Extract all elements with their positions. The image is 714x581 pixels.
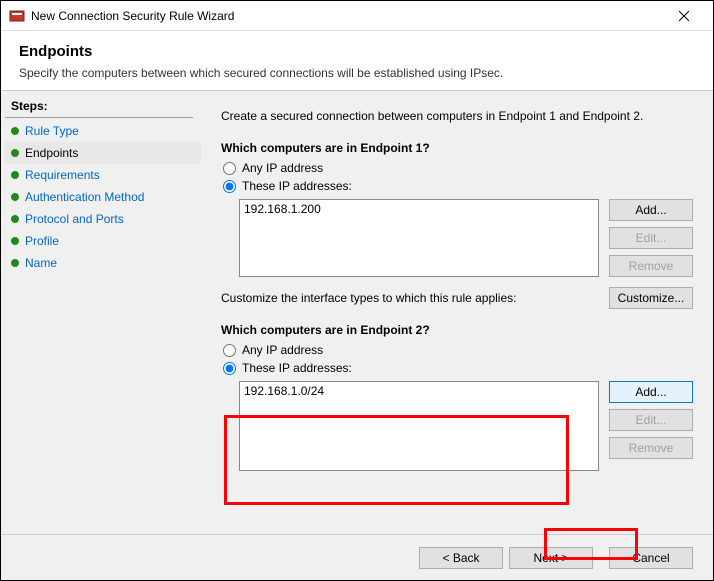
ep1-these-radio[interactable] (223, 180, 236, 193)
ep2-any-label: Any IP address (242, 343, 323, 357)
ep1-these-label: These IP addresses: (242, 179, 352, 193)
intro-text: Create a secured connection between comp… (221, 109, 693, 123)
ep2-listbox[interactable]: 192.168.1.0/24 (239, 381, 599, 471)
step-authentication-method[interactable]: Authentication Method (5, 186, 201, 208)
step-profile[interactable]: Profile (5, 230, 201, 252)
endpoint2-question: Which computers are in Endpoint 2? (221, 323, 693, 337)
step-endpoints[interactable]: Endpoints (5, 142, 201, 164)
step-rule-type[interactable]: Rule Type (5, 120, 201, 142)
bullet-icon (11, 215, 19, 223)
ep1-remove-button: Remove (609, 255, 693, 277)
ep1-any-radio-row[interactable]: Any IP address (221, 161, 693, 175)
ep2-these-radio-row[interactable]: These IP addresses: (221, 361, 693, 375)
endpoint1-question: Which computers are in Endpoint 1? (221, 141, 693, 155)
bullet-icon (11, 127, 19, 135)
page-subtitle: Specify the computers between which secu… (19, 66, 695, 80)
window-title: New Connection Security Rule Wizard (31, 9, 661, 23)
bullet-icon (11, 149, 19, 157)
ep2-any-radio-row[interactable]: Any IP address (221, 343, 693, 357)
ep2-any-radio[interactable] (223, 344, 236, 357)
ep2-add-button[interactable]: Add... (609, 381, 693, 403)
ep1-edit-button: Edit... (609, 227, 693, 249)
main-panel: Create a secured connection between comp… (201, 91, 713, 534)
bullet-icon (11, 193, 19, 201)
customize-text: Customize the interface types to which t… (221, 291, 597, 305)
steps-sidebar: Steps: Rule Type Endpoints Requirements … (1, 91, 201, 534)
wizard-window: New Connection Security Rule Wizard Endp… (0, 0, 714, 581)
ep2-these-radio[interactable] (223, 362, 236, 375)
next-button[interactable]: Next > (509, 547, 593, 569)
bullet-icon (11, 259, 19, 267)
wizard-header: Endpoints Specify the computers between … (1, 31, 713, 91)
ep1-listbox[interactable]: 192.168.1.200 (239, 199, 599, 277)
steps-heading: Steps: (5, 97, 193, 118)
titlebar: New Connection Security Rule Wizard (1, 1, 713, 31)
step-protocol-and-ports[interactable]: Protocol and Ports (5, 208, 201, 230)
ep2-these-label: These IP addresses: (242, 361, 352, 375)
ep1-any-radio[interactable] (223, 162, 236, 175)
step-name[interactable]: Name (5, 252, 201, 274)
close-button[interactable] (661, 2, 707, 30)
ep1-these-radio-row[interactable]: These IP addresses: (221, 179, 693, 193)
page-title: Endpoints (19, 43, 695, 60)
ep2-edit-button: Edit... (609, 409, 693, 431)
ep1-any-label: Any IP address (242, 161, 323, 175)
bullet-icon (11, 171, 19, 179)
app-icon (9, 8, 25, 24)
wizard-footer: < Back Next > Cancel (1, 534, 713, 580)
list-item[interactable]: 192.168.1.0/24 (244, 384, 594, 398)
ep2-remove-button: Remove (609, 437, 693, 459)
step-requirements[interactable]: Requirements (5, 164, 201, 186)
list-item[interactable]: 192.168.1.200 (244, 202, 594, 216)
customize-button[interactable]: Customize... (609, 287, 693, 309)
ep1-add-button[interactable]: Add... (609, 199, 693, 221)
bullet-icon (11, 237, 19, 245)
back-button[interactable]: < Back (419, 547, 503, 569)
cancel-button[interactable]: Cancel (609, 547, 693, 569)
